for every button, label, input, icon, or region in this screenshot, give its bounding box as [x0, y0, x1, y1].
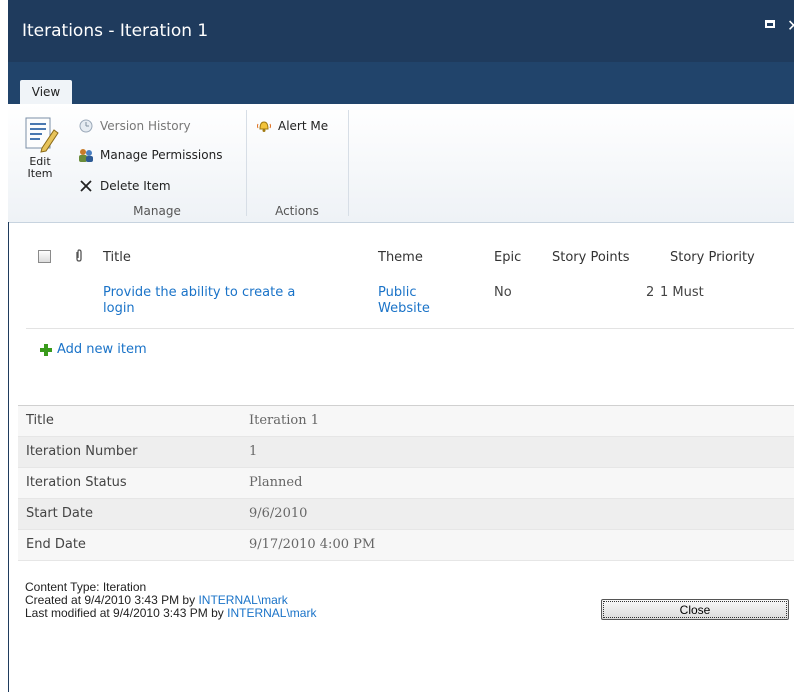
column-header-title[interactable]: Title — [103, 250, 131, 265]
column-header-story-points[interactable]: Story Points — [552, 250, 630, 265]
attachment-icon — [74, 249, 84, 267]
add-new-item-label: Add new item — [57, 342, 147, 357]
property-label: Iteration Number — [26, 444, 138, 459]
row-story-points: 2 — [646, 285, 655, 300]
dialog-titlebar: Iterations - Iteration 1 ✕ — [8, 0, 794, 62]
manage-permissions-label: Manage Permissions — [100, 148, 223, 162]
delete-item-button[interactable]: Delete Item — [78, 176, 171, 196]
row-title-link[interactable]: Provide the ability to create a login — [103, 285, 295, 317]
column-header-epic[interactable]: Epic — [494, 250, 521, 265]
property-value: 1 — [249, 444, 258, 459]
delete-item-label: Delete Item — [100, 179, 171, 193]
row-title-line2: login — [103, 301, 135, 316]
property-value: Planned — [249, 475, 303, 490]
property-row: Title Iteration 1 — [18, 406, 794, 437]
edit-item-button[interactable]: Edit Item — [14, 114, 66, 194]
modified-user-link[interactable]: INTERNAL\mark — [227, 606, 316, 620]
property-row: Start Date 9/6/2010 — [18, 499, 794, 530]
group-label-manage: Manage — [133, 204, 181, 218]
dialog-left-border — [8, 222, 9, 692]
ribbon-group-separator — [246, 110, 247, 216]
property-value: Iteration 1 — [249, 413, 320, 428]
property-label: Iteration Status — [26, 475, 127, 490]
dialog-title: Iterations - Iteration 1 — [22, 21, 209, 41]
row-title-line1: Provide the ability to create a — [103, 285, 296, 300]
row-epic: No — [494, 285, 512, 300]
property-label: Start Date — [26, 506, 93, 521]
close-button[interactable]: Close — [601, 599, 789, 620]
ribbon-group-separator — [348, 110, 349, 216]
item-metadata-footer: Content Type: Iteration Created at 9/4/2… — [25, 581, 316, 620]
manage-permissions-button[interactable]: Manage Permissions — [78, 145, 222, 165]
group-label-actions: Actions — [275, 204, 319, 218]
modified-text: Last modified at 9/4/2010 3:43 PM by INT… — [25, 607, 316, 620]
select-all-checkbox[interactable] — [38, 250, 51, 263]
version-history-button[interactable]: Version History — [78, 116, 191, 136]
alert-bell-icon — [256, 118, 272, 134]
version-history-icon — [78, 118, 94, 134]
row-theme-line2: Website — [378, 301, 430, 316]
ribbon-tabbar: View — [8, 62, 794, 104]
column-header-story-priority[interactable]: Story Priority — [670, 250, 755, 265]
tab-view[interactable]: View — [20, 80, 72, 104]
modified-prefix: Last modified at 9/4/2010 3:43 PM by — [25, 606, 228, 620]
property-label: End Date — [26, 537, 86, 552]
property-value: 9/6/2010 — [249, 506, 308, 521]
edit-item-label-line2: Item — [27, 167, 53, 180]
property-value: 9/17/2010 4:00 PM — [249, 537, 376, 552]
alert-me-button[interactable]: Alert Me — [256, 116, 328, 136]
row-theme-link[interactable]: Public Website — [378, 285, 430, 317]
row-story-priority: 1 Must — [660, 285, 704, 300]
column-header-theme[interactable]: Theme — [378, 250, 423, 265]
created-prefix: Created at 9/4/2010 3:43 PM by — [25, 593, 199, 607]
window-controls: ✕ — [765, 16, 794, 35]
delete-icon — [78, 178, 94, 194]
close-dialog-icon[interactable]: ✕ — [787, 16, 794, 35]
row-theme-line1: Public — [378, 285, 417, 300]
created-user-link[interactable]: INTERNAL\mark — [198, 593, 287, 607]
manage-permissions-icon — [78, 147, 94, 163]
edit-item-icon — [20, 114, 60, 156]
property-label: Title — [26, 413, 54, 428]
maximize-icon[interactable] — [765, 20, 775, 28]
property-row: Iteration Number 1 — [18, 437, 794, 468]
list-divider — [26, 328, 794, 329]
ribbon: Edit Item Version History Manage Permiss… — [8, 104, 794, 223]
version-history-label: Version History — [100, 119, 191, 133]
property-row: Iteration Status Planned — [18, 468, 794, 499]
alert-me-label: Alert Me — [278, 119, 329, 133]
add-icon — [40, 343, 52, 356]
add-new-item-link[interactable]: Add new item — [40, 342, 147, 357]
property-row: End Date 9/17/2010 4:00 PM — [18, 530, 794, 561]
properties-table: Title Iteration 1 Iteration Number 1 Ite… — [18, 405, 794, 561]
